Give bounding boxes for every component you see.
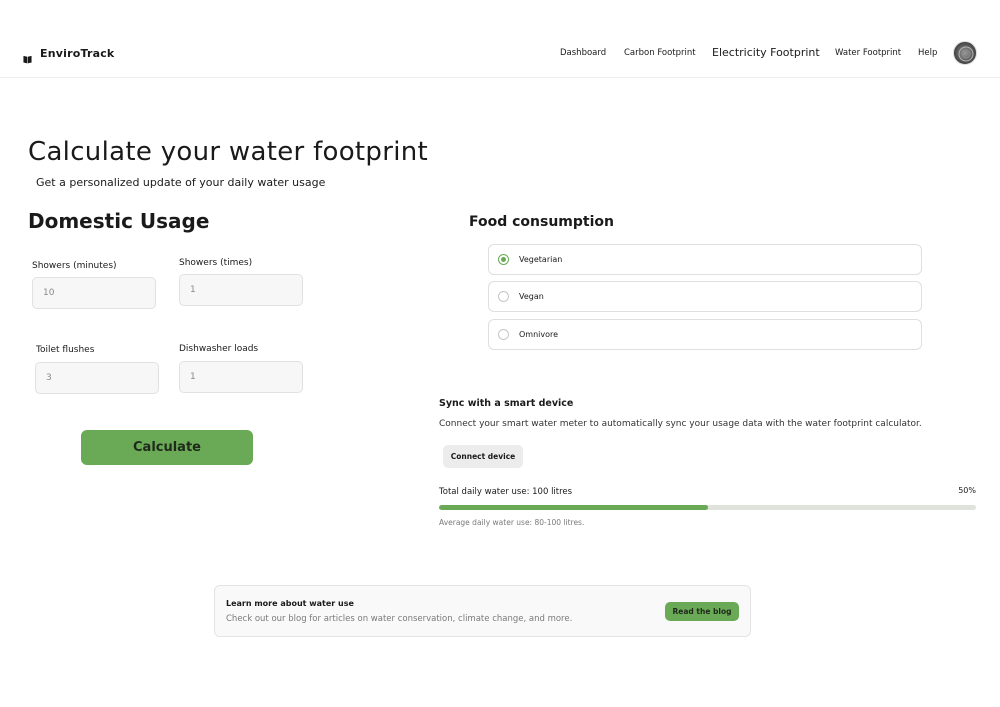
toilet-flushes-label: Toilet flushes (36, 345, 95, 355)
food-option-label: Vegan (519, 292, 544, 301)
domestic-usage-title: Domestic Usage (28, 209, 210, 233)
brand[interactable]: EnviroTrack (23, 47, 115, 64)
page-title: Calculate your water footprint (28, 137, 429, 167)
blog-description: Check out our blog for articles on water… (226, 614, 573, 624)
top-nav: EnviroTrack Dashboard Carbon Footprint E… (0, 0, 1000, 78)
app-name: EnviroTrack (40, 47, 115, 60)
dishwasher-loads-input[interactable] (179, 361, 303, 393)
read-blog-button[interactable]: Read the blog (665, 602, 739, 621)
sync-title: Sync with a smart device (439, 398, 574, 409)
food-consumption-title: Food consumption (469, 214, 614, 230)
blog-title: Learn more about water use (226, 599, 354, 608)
avatar-image (958, 46, 974, 62)
food-option-label: Vegetarian (519, 255, 563, 264)
radio-checked-icon[interactable] (498, 254, 509, 265)
radio-unchecked-icon[interactable] (498, 329, 509, 340)
radio-unchecked-icon[interactable] (498, 291, 509, 302)
average-usage-note: Average daily water use: 80-100 litres. (439, 518, 585, 527)
book-icon (23, 49, 32, 64)
nav-carbon-footprint[interactable]: Carbon Footprint (624, 48, 696, 58)
page-subtitle: Get a personalized update of your daily … (36, 176, 326, 189)
food-option-vegan[interactable]: Vegan (488, 281, 922, 312)
showers-times-input[interactable] (179, 274, 303, 306)
nav-dashboard[interactable]: Dashboard (560, 48, 606, 58)
connect-device-button[interactable]: Connect device (443, 445, 523, 468)
dishwasher-loads-label: Dishwasher loads (179, 344, 259, 354)
nav-help[interactable]: Help (918, 48, 937, 58)
total-water-use-label: Total daily water use: 100 litres (439, 487, 573, 497)
sync-description: Connect your smart water meter to automa… (439, 419, 922, 429)
user-avatar[interactable] (953, 41, 977, 65)
showers-minutes-label: Showers (minutes) (32, 261, 117, 271)
showers-minutes-input[interactable] (32, 277, 156, 309)
usage-percent: 50% (958, 486, 976, 495)
food-option-vegetarian[interactable]: Vegetarian (488, 244, 922, 275)
water-usage-progress (439, 505, 976, 510)
calculate-button[interactable]: Calculate (81, 430, 253, 465)
food-option-omnivore[interactable]: Omnivore (488, 319, 922, 350)
progress-fill (439, 505, 708, 510)
toilet-flushes-input[interactable] (35, 362, 159, 394)
food-option-label: Omnivore (519, 330, 559, 339)
nav-electricity-footprint[interactable]: Electricity Footprint (712, 46, 820, 59)
nav-water-footprint[interactable]: Water Footprint (835, 48, 901, 58)
showers-times-label: Showers (times) (179, 258, 253, 268)
blog-card: Learn more about water use Check out our… (214, 585, 751, 637)
